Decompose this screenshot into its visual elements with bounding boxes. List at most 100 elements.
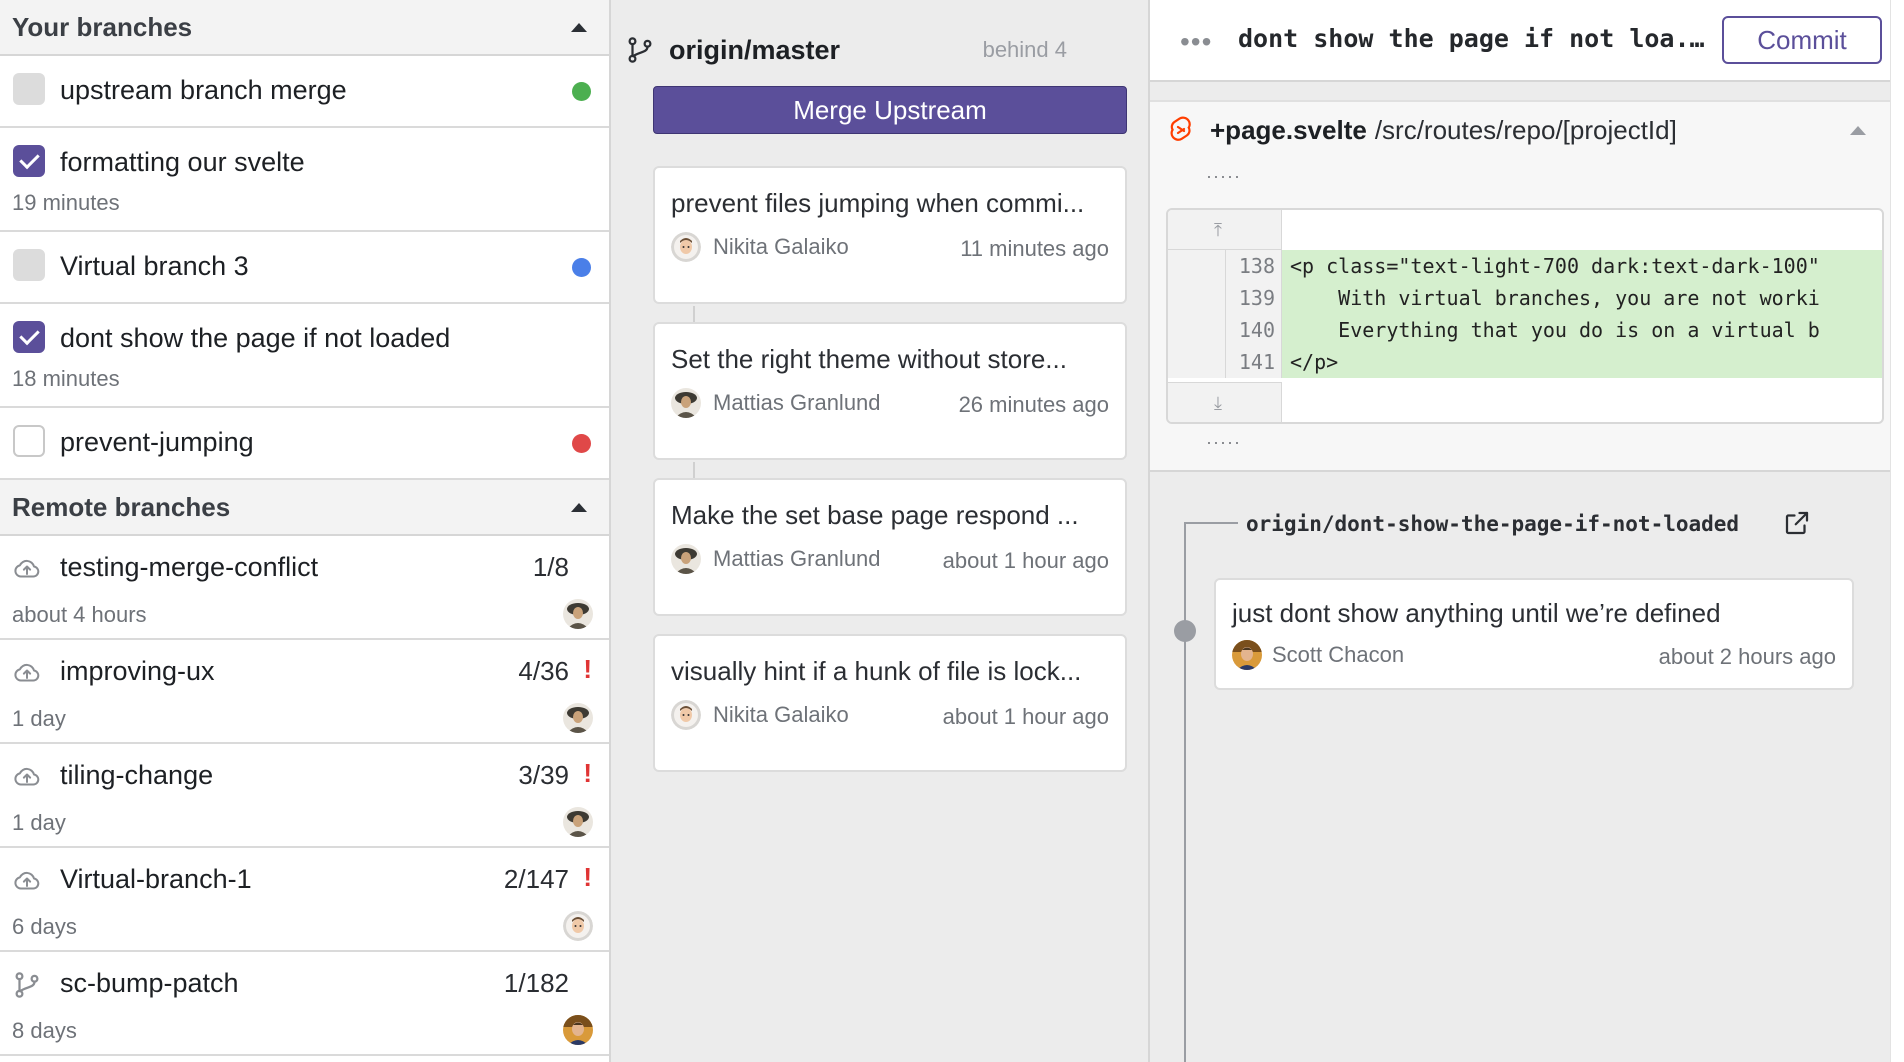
commit-graph-node bbox=[1174, 620, 1196, 642]
diff-lines: 138 <p class="text-light-700 dark:text-d… bbox=[1168, 250, 1882, 384]
collapse-icon[interactable] bbox=[1850, 126, 1866, 135]
commit-author: Nikita Galaiko bbox=[671, 232, 849, 262]
old-line-gutter bbox=[1168, 346, 1226, 378]
commit-author: Scott Chacon bbox=[1232, 640, 1404, 670]
external-link-icon[interactable] bbox=[1782, 508, 1812, 538]
upstream-header: origin/master behind 4 bbox=[625, 28, 1085, 72]
cloud-upload-icon bbox=[14, 663, 40, 682]
branch-checkbox[interactable] bbox=[13, 73, 45, 105]
branch-checkbox[interactable] bbox=[13, 145, 45, 177]
virtual-branch-item[interactable]: dont show the page if not loaded 18 minu… bbox=[0, 304, 609, 408]
line-code: </p> bbox=[1282, 346, 1882, 378]
line-number: 138 bbox=[1226, 250, 1282, 282]
author-avatar bbox=[563, 703, 593, 733]
old-line-gutter bbox=[1168, 250, 1226, 282]
your-branches-header[interactable]: Your branches bbox=[0, 0, 609, 56]
upstream-commit-card[interactable]: Set the right theme without store... Mat… bbox=[653, 322, 1127, 460]
branch-name: tiling-change bbox=[60, 760, 214, 790]
upstream-commit-card[interactable]: visually hint if a hunk of file is lock.… bbox=[653, 634, 1127, 772]
old-line-gutter bbox=[1168, 314, 1226, 346]
remote-branches-title: Remote branches bbox=[12, 491, 231, 522]
expand-down-gutter[interactable]: ⤓ bbox=[1168, 382, 1282, 422]
diff-line[interactable]: 138 <p class="text-light-700 dark:text-d… bbox=[1168, 250, 1882, 282]
remote-branch-item[interactable]: sc-bump-patch 1/182 8 days bbox=[0, 952, 609, 1056]
commit-graph-branch bbox=[1184, 522, 1238, 524]
upstream-commit-card[interactable]: prevent files jumping when commi... Niki… bbox=[653, 166, 1127, 304]
file-header[interactable]: +page.svelte /src/routes/repo/[projectId… bbox=[1168, 114, 1874, 146]
diff-hunk[interactable]: ⤒ 138 <p class="text-light-700 dark:text… bbox=[1166, 208, 1884, 424]
branch-age: 19 minutes bbox=[12, 190, 120, 215]
branch-name: dont show the page if not loaded bbox=[60, 323, 451, 353]
branch-age: 8 days bbox=[12, 1018, 77, 1043]
remote-branch-item[interactable]: tiling-change 3/39 ! 1 day bbox=[0, 744, 609, 848]
line-code: Everything that you do is on a virtual b bbox=[1282, 314, 1882, 346]
status-dot bbox=[572, 434, 591, 453]
remote-branches-header[interactable]: Remote branches bbox=[0, 480, 609, 536]
commit-time: about 1 hour ago bbox=[942, 548, 1109, 573]
commit-count: 2/147 bbox=[503, 864, 569, 894]
virtual-branch-item[interactable]: Virtual branch 3 bbox=[0, 232, 609, 304]
branch-name: upstream branch merge bbox=[60, 75, 347, 105]
virtual-branch-item[interactable]: upstream branch merge bbox=[0, 56, 609, 128]
commit-message: Set the right theme without store... bbox=[671, 344, 1067, 374]
git-branch-icon bbox=[628, 37, 652, 63]
svelte-icon bbox=[1170, 116, 1191, 141]
virtual-branch-item[interactable]: formatting our svelte 19 minutes bbox=[0, 128, 609, 232]
commit-button[interactable]: Commit bbox=[1722, 16, 1882, 64]
upstream-commit-card[interactable]: Make the set base page respond ... Matti… bbox=[653, 478, 1127, 616]
collapse-icon[interactable] bbox=[571, 502, 587, 512]
branch-age: 1 day bbox=[12, 706, 66, 731]
your-branches-title: Your branches bbox=[12, 11, 193, 42]
commit-message: visually hint if a hunk of file is lock.… bbox=[671, 656, 1082, 686]
commit-time: 26 minutes ago bbox=[958, 392, 1109, 417]
upstream-column: origin/master behind 4 Merge Upstream pr… bbox=[611, 0, 1148, 1062]
author-avatar bbox=[563, 1015, 593, 1045]
branch-checkbox[interactable] bbox=[13, 321, 45, 353]
file-card: +page.svelte /src/routes/repo/[projectId… bbox=[1150, 100, 1892, 472]
commit-time: about 1 hour ago bbox=[942, 704, 1109, 729]
diff-line[interactable]: 140 Everything that you do is on a virtu… bbox=[1168, 314, 1882, 346]
diff-line[interactable]: 139 With virtual branches, you are not w… bbox=[1168, 282, 1882, 314]
status-dot bbox=[572, 82, 591, 101]
warning-icon: ! bbox=[583, 654, 592, 684]
branch-name: sc-bump-patch bbox=[60, 968, 239, 998]
collapsed-lines-indicator[interactable]: ····· bbox=[1206, 166, 1241, 187]
diff-line[interactable]: 141 </p> bbox=[1168, 346, 1882, 378]
author-avatar bbox=[671, 232, 701, 262]
vertical-scrollbar[interactable] bbox=[1890, 0, 1904, 1062]
branch-commit-card[interactable]: just dont show anything until we’re defi… bbox=[1214, 578, 1854, 690]
author-name: Nikita Galaiko bbox=[713, 234, 849, 259]
commit-count: 3/39 bbox=[518, 760, 569, 790]
commit-time: 11 minutes ago bbox=[960, 236, 1109, 261]
expand-down-icon[interactable]: ⤓ bbox=[1214, 393, 1222, 414]
author-avatar bbox=[671, 700, 701, 730]
file-path: /src/routes/repo/[projectId] bbox=[1374, 114, 1677, 145]
virtual-branch-title[interactable]: dont show the page if not loa... bbox=[1238, 24, 1713, 53]
remote-branch-item[interactable]: improving-ux 4/36 ! 1 day bbox=[0, 640, 609, 744]
commit-time: about 2 hours ago bbox=[1658, 644, 1836, 669]
branch-name: Virtual-branch-1 bbox=[60, 864, 252, 894]
remote-branch-item[interactable]: Virtual-branch-1 2/147 ! 6 days bbox=[0, 848, 609, 952]
author-name: Nikita Galaiko bbox=[713, 702, 849, 727]
expand-up-gutter[interactable]: ⤒ bbox=[1168, 210, 1282, 250]
commit-author: Mattias Granlund bbox=[671, 544, 881, 574]
line-code: With virtual branches, you are not worki bbox=[1282, 282, 1882, 314]
line-code: <p class="text-light-700 dark:text-dark-… bbox=[1282, 250, 1882, 282]
branch-checkbox[interactable] bbox=[13, 425, 45, 457]
remote-commits-section: origin/dont-show-the-page-if-not-loaded … bbox=[1150, 490, 1892, 1062]
author-name: Scott Chacon bbox=[1272, 642, 1405, 667]
branch-checkbox[interactable] bbox=[13, 249, 45, 281]
virtual-branch-item[interactable]: prevent-jumping bbox=[0, 408, 609, 480]
collapse-icon[interactable] bbox=[571, 22, 587, 32]
expand-up-icon[interactable]: ⤒ bbox=[1214, 220, 1222, 241]
merge-upstream-button[interactable]: Merge Upstream bbox=[653, 86, 1127, 134]
more-options-icon[interactable]: ••• bbox=[1180, 26, 1212, 58]
commit-message: prevent files jumping when commi... bbox=[671, 188, 1085, 218]
branch-lane-header: ••• dont show the page if not loa... Com… bbox=[1150, 0, 1892, 82]
commit-message: just dont show anything until we’re defi… bbox=[1232, 598, 1721, 628]
collapsed-lines-indicator[interactable]: ····· bbox=[1206, 432, 1241, 453]
branch-name: Virtual branch 3 bbox=[60, 251, 249, 281]
line-number: 139 bbox=[1226, 282, 1282, 314]
remote-branch-item[interactable]: testing-merge-conflict 1/8 about 4 hours bbox=[0, 536, 609, 640]
status-dot bbox=[572, 258, 591, 277]
